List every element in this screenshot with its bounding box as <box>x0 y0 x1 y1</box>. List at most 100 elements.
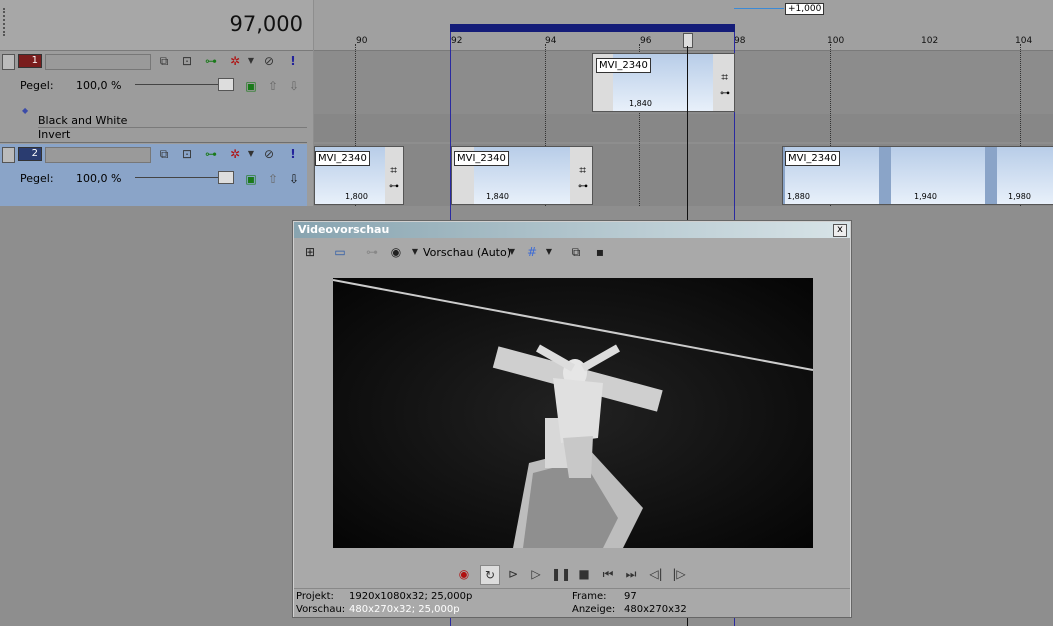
play-from-start-icon[interactable]: ⊳ <box>504 565 522 583</box>
motion-icon[interactable]: ⊶ <box>204 147 218 161</box>
clip-name: MVI_2340 <box>454 151 509 166</box>
chevron-down-icon[interactable]: ▼ <box>504 244 520 260</box>
close-icon[interactable]: x <box>833 224 847 237</box>
preview-title-bar[interactable]: Videovorschau x <box>294 222 850 238</box>
preview-fx-icon[interactable]: ◉ <box>388 244 404 260</box>
level-slider-track[interactable] <box>135 177 230 178</box>
clip-value: 1,940 <box>914 192 937 201</box>
split-screen-icon[interactable]: ⊶ <box>364 244 380 260</box>
track-name-field[interactable] <box>45 54 151 70</box>
crop-icon[interactable]: ⌗ <box>721 70 728 85</box>
chevron-down-icon[interactable]: ▼ <box>244 54 258 68</box>
collapse-icon[interactable]: ⇩ <box>287 79 301 93</box>
level-label: Pegel: <box>20 172 54 185</box>
track-collapse-icon[interactable] <box>2 147 15 163</box>
level-value: 100,0 % <box>76 79 122 92</box>
track-number: 2 <box>18 147 42 161</box>
offset-tag: +1,000 <box>785 3 825 15</box>
next-frame-icon[interactable]: |▷ <box>670 565 688 583</box>
fx-row[interactable]: Black and White <box>38 114 307 128</box>
level-slider-knob[interactable] <box>218 171 234 184</box>
play-icon[interactable]: ▷ <box>527 565 545 583</box>
level-value: 100,0 % <box>76 172 122 185</box>
expand-icon[interactable]: ⇧ <box>266 79 280 93</box>
track-fx-icon[interactable]: ✲ <box>228 54 242 68</box>
time-display-box: 97,000 <box>0 0 313 51</box>
video-clip[interactable]: MVI_2340 1,840 ⌗ ⊶ <box>451 146 593 205</box>
vorschau-value: 480x270x32; 25,000p <box>349 604 460 615</box>
track-number: 1 <box>18 54 42 68</box>
clip-thumbnail <box>891 147 985 204</box>
clip-value: 1,840 <box>629 99 652 108</box>
level-slider-knob[interactable] <box>218 78 234 91</box>
grid-overlay-icon[interactable]: # <box>524 244 540 260</box>
event-fx-icon[interactable]: ⊶ <box>389 181 399 192</box>
mute-icon[interactable]: ⊘ <box>262 147 276 161</box>
offset-indicator <box>734 8 784 9</box>
automation-icon[interactable]: ▣ <box>244 79 258 93</box>
mute-icon[interactable]: ⊘ <box>262 54 276 68</box>
track-collapse-icon[interactable] <box>2 54 15 70</box>
preview-status-bar: Projekt: 1920x1080x32; 25,000p Vorschau:… <box>294 588 850 617</box>
copy-snapshot-icon[interactable]: ⧉ <box>568 244 584 260</box>
video-clip[interactable]: MVI_2340 1,800 ⌗ ⊶ <box>314 146 404 205</box>
clip-name: MVI_2340 <box>785 151 840 166</box>
chevron-down-icon[interactable]: ▼ <box>244 147 258 161</box>
chevron-down-icon[interactable]: ▼ <box>407 244 423 260</box>
ruler-label: 90 <box>356 36 368 46</box>
next-marker-icon[interactable]: ⏭ <box>622 565 640 583</box>
transport-controls: ◉ ↻ ⊳ ▷ ❚❚ ■ ⏮ ⏭ ◁| |▷ <box>294 562 850 586</box>
parent-composite-icon[interactable]: ⊡ <box>180 54 194 68</box>
previous-marker-icon[interactable]: ⏮ <box>599 565 617 583</box>
video-clip[interactable]: MVI_2340 1,880 1,940 1,980 <box>782 146 1053 205</box>
event-fx-icon[interactable]: ⊶ <box>720 88 730 99</box>
ruler-label: 98 <box>734 36 746 46</box>
level-slider-track[interactable] <box>135 84 230 85</box>
ruler-label: 102 <box>921 36 939 46</box>
projekt-value: 1920x1080x32; 25,000p <box>349 591 473 602</box>
external-monitor-icon[interactable]: ▭ <box>332 244 348 260</box>
composite-mode-icon[interactable]: ⧉ <box>157 147 171 161</box>
video-clip[interactable]: MVI_2340 1,840 ⌗ ⊶ <box>592 53 735 112</box>
clip-name: MVI_2340 <box>596 58 651 73</box>
motion-icon[interactable]: ⊶ <box>204 54 218 68</box>
previous-frame-icon[interactable]: ◁| <box>647 565 665 583</box>
solo-icon[interactable]: ! <box>286 54 300 68</box>
crop-icon[interactable]: ⌗ <box>579 163 586 178</box>
clip-value: 1,840 <box>486 192 509 201</box>
event-fx-icon[interactable]: ⊶ <box>578 181 588 192</box>
track-fx-icon[interactable]: ✲ <box>228 147 242 161</box>
crop-icon[interactable]: ⌗ <box>390 163 397 178</box>
ruler-label: 96 <box>640 36 652 46</box>
collapse-icon[interactable]: ⇩ <box>287 172 301 186</box>
track-header-1[interactable]: 1 ⧉ ⊡ ⊶ ✲ ▼ ⊘ ! Pegel: 100,0 % ▣ ⇧ ⇩ ◆ <box>0 51 307 115</box>
preview-quality-select[interactable]: Vorschau (Auto) <box>423 246 511 259</box>
grip-handle[interactable] <box>3 8 8 36</box>
anzeige-label: Anzeige: <box>572 604 616 615</box>
save-snapshot-icon[interactable]: ▪ <box>592 244 608 260</box>
record-icon[interactable]: ◉ <box>455 565 473 583</box>
loop-icon[interactable]: ↻ <box>480 565 500 585</box>
playhead-handle[interactable] <box>683 33 693 48</box>
video-preview-window[interactable]: Videovorschau x ⊞ ▭ ⊶ ◉ ▼ Vorschau (Auto… <box>293 221 851 617</box>
automation-icon[interactable]: ▣ <box>244 172 258 186</box>
solo-icon[interactable]: ! <box>286 147 300 161</box>
track-name-field[interactable] <box>45 147 151 163</box>
fx-row[interactable]: Invert <box>38 128 70 141</box>
preview-toolbar: ⊞ ▭ ⊶ ◉ ▼ Vorschau (Auto) ▼ # ▼ ⧉ ▪ <box>294 239 850 265</box>
expand-icon[interactable]: ⇧ <box>266 172 280 186</box>
parent-composite-icon[interactable]: ⊡ <box>180 147 194 161</box>
properties-icon[interactable]: ⊞ <box>302 244 318 260</box>
chevron-down-icon[interactable]: ▼ <box>541 244 557 260</box>
anzeige-value: 480x270x32 <box>624 604 687 615</box>
ruler-label: 104 <box>1015 36 1033 46</box>
level-label: Pegel: <box>20 79 54 92</box>
composite-mode-icon[interactable]: ⧉ <box>157 54 171 68</box>
loop-region-bar[interactable] <box>450 24 735 32</box>
pause-icon[interactable]: ❚❚ <box>551 565 571 583</box>
ruler-label: 94 <box>545 36 557 46</box>
video-image <box>333 278 813 548</box>
track-header-2[interactable]: 2 ⧉ ⊡ ⊶ ✲ ▼ ⊘ ! Pegel: 100,0 % ▣ ⇧ ⇩ <box>0 144 307 207</box>
stop-icon[interactable]: ■ <box>575 565 593 583</box>
time-display: 97,000 <box>229 12 303 36</box>
